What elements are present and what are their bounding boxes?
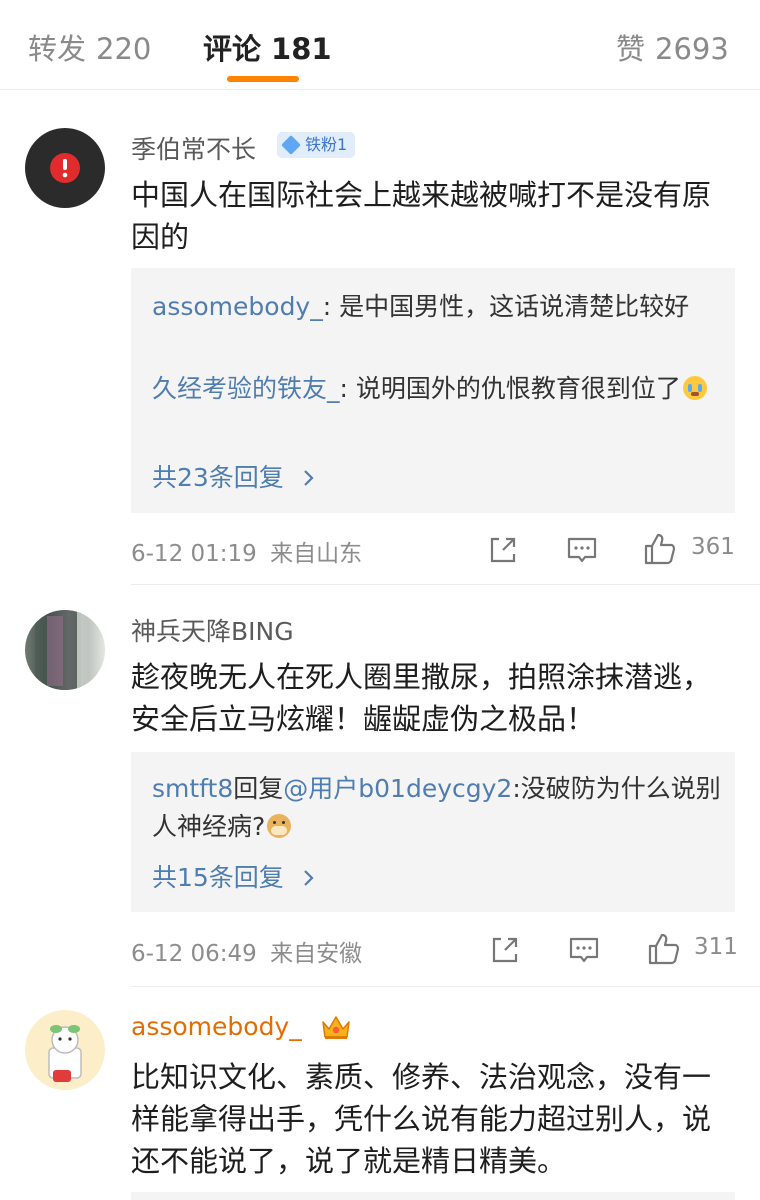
avatar[interactable] (25, 610, 105, 690)
comment-divider (131, 986, 760, 987)
like-count: 361 (691, 534, 735, 560)
thumbs-up-icon[interactable] (647, 932, 681, 966)
active-tab-indicator (227, 76, 299, 82)
comment-username[interactable]: 季伯常不长 (131, 130, 256, 166)
reply-separator: : (339, 374, 356, 403)
comment-date: 6-12 01:19 (131, 541, 257, 567)
reply-box[interactable]: assomebody_: 是中国男性，这话说清楚比较好 久经考验的铁友_: 说明… (131, 268, 735, 513)
more-replies-link[interactable]: 共23条回复 (152, 458, 316, 494)
reply-line: 久经考验的铁友_: 说明国外的仇恨教育很到位了 (152, 370, 722, 408)
tab-repost-count: 220 (96, 32, 152, 66)
comment-footer: 6-12 01:19 来自山东 361 (131, 530, 737, 570)
comment-meta: 6-12 01:19 来自山东 (131, 534, 362, 568)
reply-username[interactable]: 久经考验的铁友_ (152, 374, 340, 403)
comment-icon[interactable] (568, 934, 600, 966)
share-icon[interactable] (489, 934, 521, 966)
tab-comment-count: 181 (271, 32, 332, 66)
fan-badge[interactable]: 铁粉1 (277, 132, 356, 158)
comment-icon[interactable] (566, 534, 598, 566)
comment-footer: 6-12 06:49 来自安徽 311 (131, 930, 738, 970)
doge-emoji-icon (267, 814, 292, 838)
more-replies-link[interactable]: 共15条回复 (152, 858, 316, 894)
reply-line: assomebody_: 是中国男性，这话说清楚比较好 (152, 288, 722, 326)
tab-like[interactable]: 赞 2693 (616, 26, 729, 68)
comment-username[interactable]: assomebody_ (131, 1012, 302, 1041)
share-icon[interactable] (487, 534, 519, 566)
comment-meta: 6-12 06:49 来自安徽 (131, 934, 362, 968)
comment-location: 来自山东 (270, 541, 363, 567)
reply-username[interactable]: assomebody_ (152, 292, 323, 321)
more-replies-label: 共23条回复 (152, 463, 284, 492)
comment-text: 中国人在国际社会上越来越被喊打不是没有原因的 (131, 178, 712, 254)
diamond-icon (281, 135, 301, 155)
reply-separator: : (322, 292, 340, 321)
fan-badge-label: 铁粉1 (305, 135, 348, 154)
chevron-right-icon (303, 470, 314, 486)
reply-mention[interactable]: @用户b01deycgy2 (283, 774, 512, 803)
reply-word: 回复 (233, 774, 284, 803)
tab-like-label: 赞 (616, 32, 646, 66)
reply-username[interactable]: smtft8 (152, 774, 233, 803)
chevron-right-icon (303, 870, 314, 886)
comment-location: 来自安徽 (270, 941, 363, 967)
comment-text: 趁夜晚无人在死人圈里撒尿，拍照涂抹潜逃，安全后立马炫耀！龌龊虚伪之极品！ (131, 660, 712, 736)
reply-text: 说明国外的仇恨教育很到位了 (355, 374, 681, 403)
reply-separator: : (512, 774, 521, 803)
tab-repost[interactable]: 转发 220 (28, 26, 151, 68)
comment-divider (131, 584, 760, 585)
cartoon-dog-avatar (48, 1025, 82, 1082)
crying-emoji-icon (682, 376, 707, 400)
crown-icon[interactable] (320, 1012, 352, 1042)
comment-username[interactable]: 神兵天降BING (131, 612, 294, 648)
thumbs-up-icon[interactable] (643, 532, 677, 566)
tab-bar: 转发 220 评论 181 赞 2693 (0, 0, 760, 90)
reply-box[interactable]: smtft8回复@用户b01deycgy2:没破防为什么说别人神经病? 共15条… (131, 752, 735, 912)
comment-text: 比知识文化、素质、修养、法治观念，没有一样能拿得出手，凭什么说有能力超过别人，说… (131, 1060, 712, 1178)
alert-icon (50, 153, 80, 183)
tab-comment-label: 评论 (203, 32, 262, 66)
avatar[interactable] (25, 128, 105, 208)
comment-date: 6-12 06:49 (131, 941, 257, 967)
like-count: 311 (694, 934, 738, 960)
avatar[interactable] (25, 1010, 105, 1090)
reply-box[interactable] (131, 1192, 735, 1200)
tab-repost-label: 转发 (28, 32, 87, 66)
tab-comment[interactable]: 评论 181 (203, 26, 332, 68)
more-replies-label: 共15条回复 (152, 863, 284, 892)
reply-line: smtft8回复@用户b01deycgy2:没破防为什么说别人神经病? (152, 770, 722, 846)
reply-text: 是中国男性，这话说清楚比较好 (339, 292, 690, 321)
photo-avatar (35, 610, 105, 690)
tab-like-count: 2693 (655, 32, 729, 66)
